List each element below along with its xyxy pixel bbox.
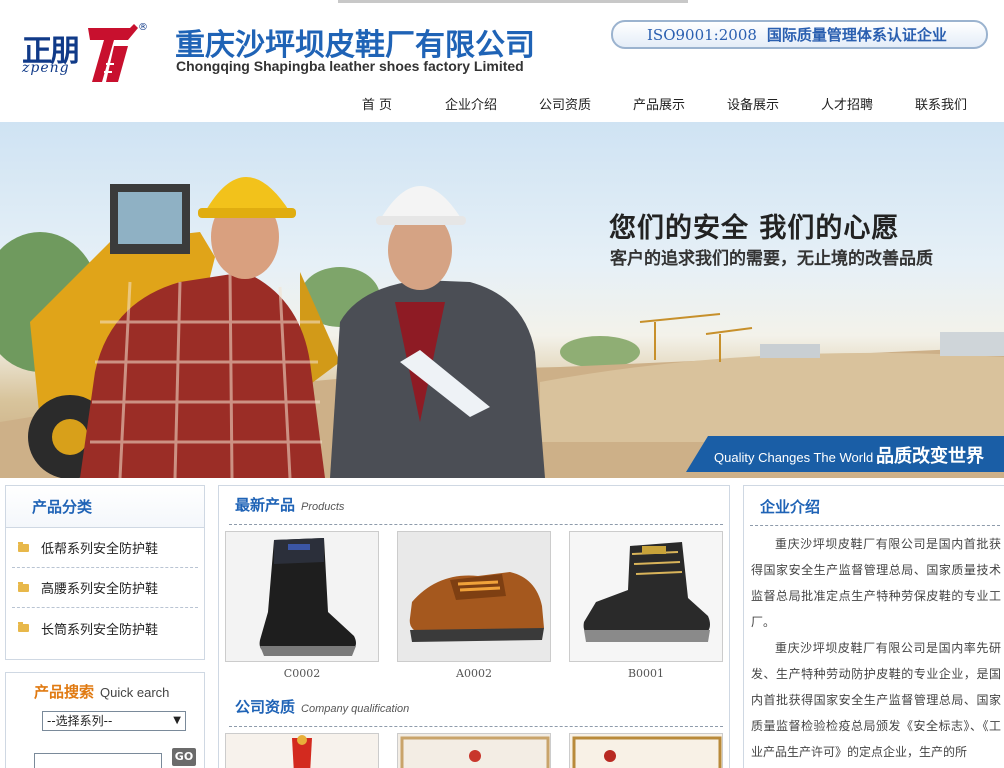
- product-code: C0002: [283, 667, 321, 680]
- iso-code: ISO9001:2008: [647, 25, 757, 44]
- qualification-title-en: Company qualification: [301, 703, 410, 715]
- logo-mark-icon: [88, 24, 138, 82]
- category-panel-title: 产品分类: [32, 498, 93, 516]
- search-title-cn: 产品搜索: [34, 683, 95, 701]
- qualification-title-cn: 公司资质: [235, 698, 296, 716]
- logo[interactable]: 正朋 zpeng ®: [22, 20, 152, 88]
- company-name-en: Chongqing Shapingba leather shoes factor…: [176, 58, 524, 74]
- banner-subline: 客户的追求我们的需要，无止境的改善品质: [610, 249, 933, 269]
- product-card[interactable]: [225, 531, 379, 662]
- qualification-heading: 公司资质 Company qualification: [235, 696, 409, 717]
- certificate-thumb[interactable]: [225, 733, 379, 768]
- certificate-thumb[interactable]: [397, 733, 551, 768]
- search-go-button[interactable]: GO: [172, 748, 196, 766]
- nav-home[interactable]: 首 页: [330, 96, 424, 116]
- iso-text: 国际质量管理体系认证企业: [766, 26, 947, 44]
- certificate-icon: [226, 734, 378, 768]
- folder-icon: [18, 622, 29, 632]
- nav-products[interactable]: 产品展示: [612, 96, 706, 116]
- certificate-icon: [570, 734, 722, 768]
- product-code: B0001: [627, 667, 665, 680]
- hero-banner[interactable]: 您们的安全 我们的心愿 客户的追求我们的需要，无止境的改善品质 Quality …: [0, 122, 1004, 478]
- logo-text-en: zpeng: [22, 60, 70, 76]
- search-input[interactable]: [34, 753, 162, 768]
- folder-icon: [18, 541, 29, 552]
- search-panel-title: 产品搜索 Quick earch: [34, 681, 169, 702]
- iso-badge: ISO9001:2008 国际质量管理体系认证企业: [611, 20, 988, 49]
- banner-illustration: [0, 177, 1004, 478]
- category-panel-header: 产品分类: [6, 486, 204, 528]
- category-link-low[interactable]: 低帮系列安全防护鞋: [41, 538, 158, 557]
- search-panel: 产品搜索 Quick earch --选择系列-- ▼ GO: [5, 672, 205, 768]
- category-link-high[interactable]: 高腰系列安全防护鞋: [41, 578, 158, 597]
- product-card[interactable]: [569, 531, 723, 662]
- banner-slogan-cn: 品质改变世界: [876, 446, 984, 467]
- category-link-tall[interactable]: 长筒系列安全防护鞋: [41, 619, 158, 638]
- series-select-value: --选择系列--: [47, 714, 113, 728]
- divider: [229, 524, 723, 525]
- nav-jobs[interactable]: 人才招聘: [800, 96, 894, 116]
- banner-slogan-en: Quality Changes The World: [714, 450, 874, 465]
- intro-text: 重庆沙坪坝皮鞋厂有限公司是国内首批获得国家安全生产监督管理总局、国家质量技术监督…: [751, 531, 1001, 765]
- product-code: A0002: [456, 667, 492, 680]
- category-panel: 产品分类 低帮系列安全防护鞋 高腰系列安全防护鞋 长筒系列安全防护鞋: [5, 485, 205, 660]
- series-select[interactable]: --选择系列-- ▼: [42, 711, 186, 731]
- products-title-cn: 最新产品: [235, 496, 296, 514]
- divider: [750, 525, 1000, 526]
- intro-paragraph: 重庆沙坪坝皮鞋厂有限公司是国内首批获得国家安全生产监督管理总局、国家质量技术监督…: [751, 537, 1001, 629]
- registered-mark: ®: [138, 22, 148, 33]
- divider: [229, 726, 723, 727]
- top-tab-strip: [338, 0, 688, 3]
- nav-about[interactable]: 企业介绍: [424, 96, 518, 116]
- folder-icon: [18, 581, 29, 592]
- banner-headline: 您们的安全 我们的心愿: [609, 213, 900, 244]
- intro-panel: 企业介绍 重庆沙坪坝皮鞋厂有限公司是国内首批获得国家安全生产监督管理总局、国家质…: [743, 485, 1004, 768]
- products-panel: 最新产品 Products C0002 A0002 B0001 公司资质 Com…: [218, 485, 730, 768]
- certificate-thumb[interactable]: [569, 733, 723, 768]
- low-shoe-icon: [398, 532, 550, 661]
- intro-paragraph: 重庆沙坪坝皮鞋厂有限公司是国内率先研发、生产特种劳动防护皮鞋的专业企业，是国内首…: [751, 641, 1001, 759]
- product-card[interactable]: [397, 531, 551, 662]
- nav-qualification[interactable]: 公司资质: [518, 96, 612, 116]
- nav-contact[interactable]: 联系我们: [894, 96, 988, 116]
- dropdown-arrow-icon: ▼: [173, 715, 181, 726]
- search-title-en: Quick earch: [100, 685, 170, 700]
- nav-equipment[interactable]: 设备展示: [706, 96, 800, 116]
- category-item[interactable]: 低帮系列安全防护鞋: [12, 528, 198, 568]
- main-nav: 首 页 企业介绍 公司资质 产品展示 设备展示 人才招聘 联系我们: [330, 96, 988, 116]
- products-title-en: Products: [301, 501, 345, 513]
- intro-title: 企业介绍: [760, 498, 821, 516]
- category-item[interactable]: 高腰系列安全防护鞋: [12, 568, 198, 608]
- products-heading: 最新产品 Products: [235, 494, 344, 515]
- worker-suit-icon: [330, 186, 545, 478]
- high-boot-icon: [570, 532, 722, 661]
- category-item[interactable]: 长筒系列安全防护鞋: [12, 608, 198, 648]
- tall-boot-icon: [226, 532, 378, 661]
- certificate-icon: [398, 734, 550, 768]
